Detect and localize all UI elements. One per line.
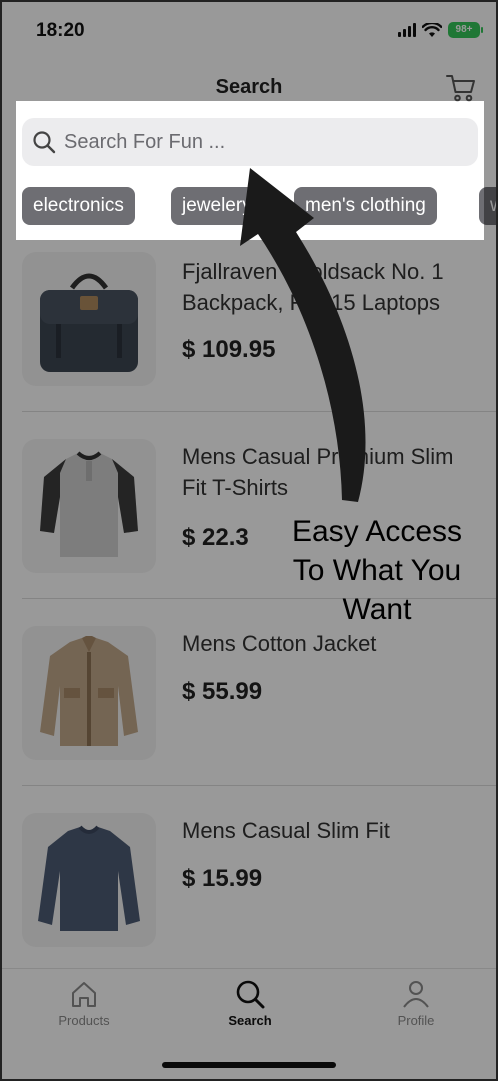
product-price: $ 22.3 xyxy=(182,524,249,551)
tab-label: Search xyxy=(228,1013,272,1028)
cellular-signal-icon xyxy=(398,23,416,37)
backpack-image xyxy=(40,273,138,372)
list-divider xyxy=(22,411,498,412)
product-name: Fjallraven - Foldsack No. 1 Backpack, Fi… xyxy=(182,259,444,315)
chip-womens-clothing[interactable]: women's clothing xyxy=(479,187,498,225)
chip-mens-clothing[interactable]: men's clothing xyxy=(294,187,437,225)
battery-icon: 98+ xyxy=(448,22,483,38)
product-card-jacket[interactable]: Mens Cotton Jacket $ 55.99 xyxy=(0,598,498,785)
header: Search xyxy=(0,60,498,110)
product-card-longsleeve[interactable]: Mens Casual Slim Fit $ 15.99 xyxy=(0,785,498,972)
search-icon xyxy=(33,131,56,154)
product-image xyxy=(22,252,156,386)
product-card-tshirt[interactable]: Mens Casual Premium Slim Fit T-Shirts $ … xyxy=(0,411,498,598)
wifi-icon xyxy=(422,22,442,37)
product-name: Mens Casual Slim Fit xyxy=(182,818,390,843)
chip-jewelery[interactable]: jewelery xyxy=(171,187,263,225)
list-divider xyxy=(22,598,498,599)
cart-icon[interactable] xyxy=(446,74,476,102)
status-icons: 98+ xyxy=(398,22,483,38)
page-title: Search xyxy=(215,76,283,98)
search-icon xyxy=(236,980,265,1009)
list-divider xyxy=(22,785,498,786)
longsleeve-image xyxy=(38,825,140,931)
chip-electronics[interactable]: electronics xyxy=(22,187,135,225)
tshirt-image xyxy=(40,451,138,557)
product-image xyxy=(22,626,156,760)
search-input[interactable] xyxy=(64,118,464,166)
category-chips: electronics jewelery men's clothing wome… xyxy=(22,187,498,225)
search-box[interactable] xyxy=(22,118,478,166)
app-screen: 18:20 98+ Search elect xyxy=(0,0,498,1081)
tab-label: Products xyxy=(58,1013,110,1028)
jacket-image xyxy=(40,636,138,746)
product-price: $ 109.95 xyxy=(182,336,276,363)
home-icon xyxy=(72,982,96,1007)
status-bar: 18:20 98+ xyxy=(0,0,498,60)
product-name: Mens Cotton Jacket xyxy=(182,631,377,656)
product-card-backpack[interactable]: Fjallraven - Foldsack No. 1 Backpack, Fi… xyxy=(0,240,498,427)
tab-products[interactable]: Products xyxy=(29,979,139,1028)
product-price: $ 55.99 xyxy=(182,678,263,705)
product-name: Mens Casual Premium Slim Fit T-Shirts xyxy=(182,444,454,500)
tab-search[interactable]: Search xyxy=(195,979,305,1028)
product-price: $ 15.99 xyxy=(182,865,263,892)
status-time: 18:20 xyxy=(36,20,85,41)
tab-profile[interactable]: Profile xyxy=(361,979,471,1028)
product-image xyxy=(22,813,156,947)
tab-label: Profile xyxy=(397,1013,435,1028)
home-indicator xyxy=(162,1062,336,1068)
product-image xyxy=(22,439,156,573)
person-icon xyxy=(403,981,429,1008)
